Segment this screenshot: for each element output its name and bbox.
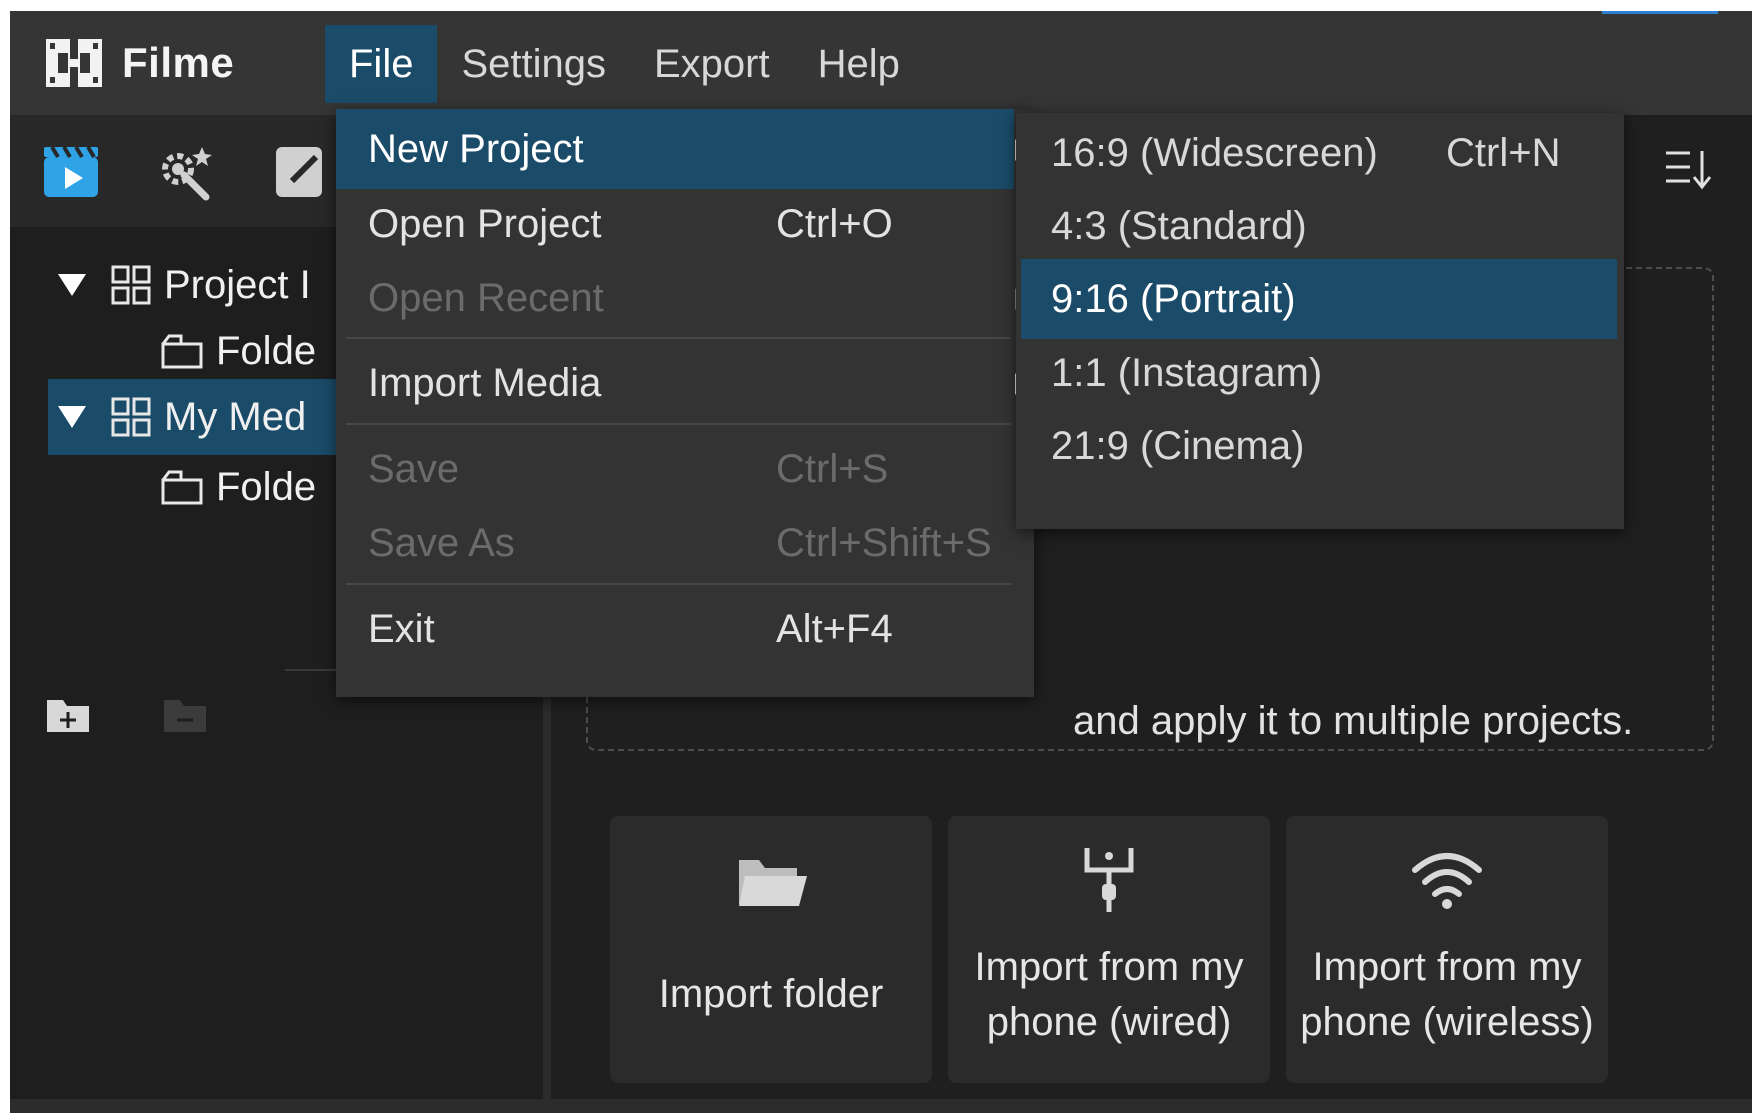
menu-separator	[346, 423, 1011, 425]
tree-item-folder[interactable]: Folde	[160, 449, 316, 525]
top-bar: Filme File Settings Export Help	[10, 11, 1752, 115]
app-name: Filme	[122, 39, 235, 86]
menu-item-shortcut: Ctrl+O	[776, 202, 893, 246]
tree-item-label: Folde	[216, 328, 317, 373]
window-bottom-border	[10, 1099, 1752, 1113]
menu-help[interactable]: Help	[794, 25, 924, 103]
import-phone-wireless-button[interactable]: Import from my phone (wireless)	[1286, 816, 1608, 1083]
tree-item-label: My Med	[164, 394, 307, 439]
submenu-item-label: 4:3 (Standard)	[1051, 204, 1307, 248]
menu-item-shortcut: Alt+F4	[776, 607, 893, 651]
submenu-item-label: 21:9 (Cinema)	[1051, 424, 1305, 468]
drop-zone-text: and apply it to multiple projects.	[1073, 699, 1634, 743]
menu-settings[interactable]: Settings	[437, 25, 630, 103]
submenu-item-shortcut: Ctrl+N	[1446, 131, 1561, 175]
remove-folder-icon[interactable]	[162, 698, 208, 734]
clapperboard-play-icon[interactable]	[40, 139, 106, 205]
open-folder-icon	[739, 860, 807, 906]
submenu-item-4-3[interactable]: 4:3 (Standard)	[1021, 186, 1617, 266]
menu-item-label: Exit	[368, 607, 435, 651]
grid-icon	[111, 265, 151, 305]
expand-caret-icon[interactable]	[58, 406, 86, 428]
menu-item-open-project[interactable]: Open Project Ctrl+O	[336, 184, 1014, 264]
import-phone-wired-button[interactable]: Import from my phone (wired)	[948, 816, 1270, 1083]
submenu-item-9-16[interactable]: 9:16 (Portrait)	[1021, 259, 1617, 339]
expand-caret-icon[interactable]	[58, 274, 86, 296]
tree-item-folder[interactable]: Folde	[160, 313, 316, 389]
wifi-icon	[1412, 853, 1482, 909]
add-folder-icon[interactable]	[45, 698, 91, 734]
grid-icon	[111, 397, 151, 437]
menu-item-label: Import Media	[368, 361, 602, 405]
window-accent-strip	[1602, 11, 1718, 14]
submenu-item-1-1[interactable]: 1:1 (Instagram)	[1021, 333, 1617, 413]
menu-item-exit[interactable]: Exit Alt+F4	[336, 589, 1014, 669]
magic-effects-icon[interactable]	[152, 139, 218, 205]
submenu-item-label: 1:1 (Instagram)	[1051, 351, 1323, 395]
menu-item-label: New Project	[368, 127, 584, 171]
tree-item-label: Project I	[164, 262, 311, 307]
folder-icon	[161, 334, 203, 369]
import-card-label: Import from my phone (wireless)	[1300, 944, 1594, 1044]
menu-separator	[346, 337, 1011, 339]
filme-app-window: Filme File Settings Export Help Project …	[10, 11, 1752, 1113]
menu-item-new-project[interactable]: New Project	[336, 109, 1024, 189]
app-logo: Filme	[44, 35, 234, 91]
edit-icon[interactable]	[272, 139, 338, 205]
menu-bar: File Settings Export Help	[325, 25, 924, 103]
menu-item-label: Save As	[368, 521, 515, 565]
menu-separator	[346, 583, 1011, 585]
tree-item-project[interactable]: Project I	[58, 247, 311, 323]
menu-item-shortcut: Ctrl+S	[776, 447, 889, 491]
sort-icon[interactable]	[1664, 147, 1712, 191]
new-project-submenu: 16:9 (Widescreen) Ctrl+N 4:3 (Standard) …	[1016, 113, 1624, 529]
menu-item-label: Open Recent	[368, 276, 604, 320]
file-menu-dropdown: New Project Open Project Ctrl+O Open Rec…	[336, 109, 1034, 697]
submenu-item-label: 16:9 (Widescreen)	[1051, 131, 1378, 175]
menu-file[interactable]: File	[325, 25, 438, 103]
menu-item-label: Open Project	[368, 202, 602, 246]
submenu-item-21-9[interactable]: 21:9 (Cinema)	[1021, 406, 1617, 486]
menu-item-open-recent: Open Recent	[336, 258, 1024, 338]
submenu-item-label: 9:16 (Portrait)	[1051, 277, 1296, 321]
film-logo-icon	[46, 39, 102, 87]
import-folder-button[interactable]: Import folder	[610, 816, 932, 1083]
folder-icon	[161, 470, 203, 505]
menu-item-import-media[interactable]: Import Media	[336, 343, 1024, 423]
import-card-label: Import from my phone (wired)	[974, 944, 1244, 1044]
menu-item-label: Save	[368, 447, 460, 491]
menu-item-save-as: Save As Ctrl+Shift+S	[336, 503, 1014, 583]
menu-item-save: Save Ctrl+S	[336, 429, 1014, 509]
submenu-item-16-9[interactable]: 16:9 (Widescreen) Ctrl+N	[1021, 113, 1617, 193]
import-card-label: Import folder	[658, 972, 884, 1016]
menu-export[interactable]: Export	[630, 25, 794, 103]
usb-cable-icon	[1084, 848, 1134, 912]
tree-item-label: Folde	[216, 464, 317, 509]
menu-item-shortcut: Ctrl+Shift+S	[776, 521, 992, 565]
